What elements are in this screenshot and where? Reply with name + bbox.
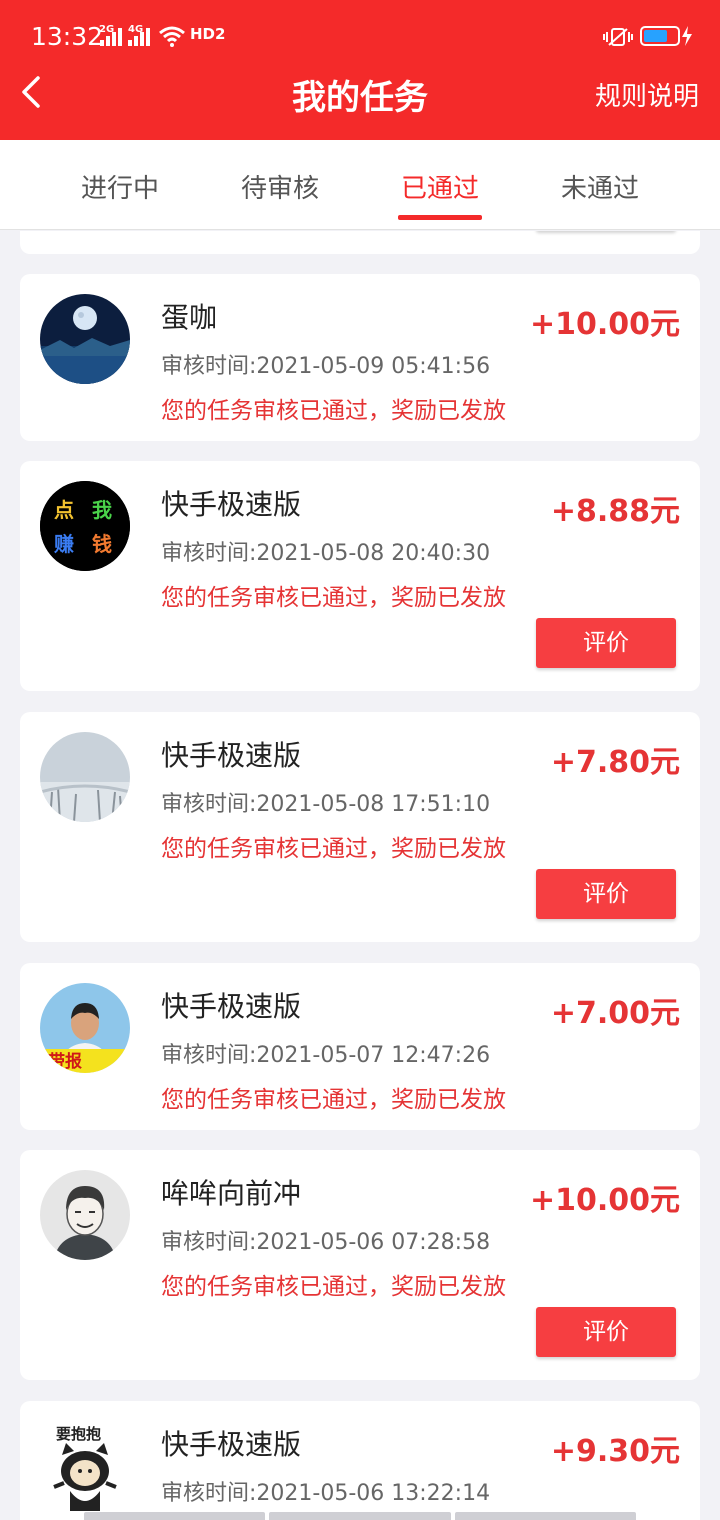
task-card[interactable]: 点 我 赚 钱 快手极速版 +8.88元 审核时间:2021-05-08 20:…	[20, 461, 700, 691]
vibrate-mute-icon	[603, 28, 633, 46]
task-name: 快手极速版	[161, 1428, 302, 1461]
reward-amount: +8.88元	[550, 494, 680, 529]
status-tabs: 进行中 待审核 已通过 未通过	[0, 140, 720, 230]
task-card[interactable]: 蛋咖 +10.00元 审核时间:2021-05-09 05:41:56 您的任务…	[20, 274, 700, 441]
evaluate-button[interactable]: 评价	[536, 618, 676, 668]
reward-amount: +10.00元	[529, 1183, 680, 1218]
avatar	[40, 732, 130, 822]
status-message: 您的任务审核已通过，奖励已发放	[161, 836, 506, 862]
status-message: 您的任务审核已通过，奖励已发放	[161, 1087, 506, 1113]
wifi-icon	[159, 26, 185, 47]
review-time: 审核时间:2021-05-08 20:40:30	[161, 541, 491, 566]
reward-amount: +7.80元	[550, 745, 680, 780]
avatar-text: 点	[54, 498, 74, 522]
avatar-banner-text: 带报	[48, 1051, 82, 1072]
cartoon-man-avatar-icon	[40, 1170, 130, 1260]
avatar: 点 我 赚 钱	[40, 481, 130, 571]
battery-icon	[640, 26, 680, 46]
task-name: 蛋咖	[161, 301, 218, 334]
review-time: 审核时间:2021-05-09 05:41:56	[161, 354, 491, 379]
task-name: 快手极速版	[161, 739, 302, 772]
task-card[interactable]	[20, 231, 700, 254]
signal-icon	[128, 28, 150, 46]
reward-amount: +9.30元	[550, 1434, 680, 1469]
avatar-text: 我	[92, 498, 112, 522]
tab-in-progress[interactable]: 进行中	[81, 168, 159, 205]
avatar-caption-text: 要抱抱	[56, 1425, 101, 1443]
status-message: 您的任务审核已通过，奖励已发放	[161, 398, 506, 424]
moon-night-avatar-icon	[40, 294, 130, 384]
task-card[interactable]: 哞哞向前冲 +10.00元 审核时间:2021-05-06 07:28:58 您…	[20, 1150, 700, 1380]
click-earn-avatar-icon: 点 我 赚 钱	[40, 481, 130, 571]
app-header: 13:32 2G 4G HD2 我的任务 规则说明	[0, 0, 720, 140]
tab-approved[interactable]: 已通过	[401, 168, 479, 205]
task-card[interactable]: 快手极速版 +7.80元 审核时间:2021-05-08 17:51:10 您的…	[20, 712, 700, 942]
task-card[interactable]: 带报 快手极速版 +7.00元 审核时间:2021-05-07 12:47:26…	[20, 963, 700, 1130]
hd-voice-icon: HD2	[190, 25, 226, 43]
status-bar: 13:32 2G 4G HD2	[0, 0, 720, 72]
review-time: 审核时间:2021-05-06 07:28:58	[161, 1230, 491, 1255]
tab-rejected[interactable]: 未通过	[561, 168, 639, 205]
foggy-trees-avatar-icon	[40, 732, 130, 822]
charging-icon	[682, 26, 692, 46]
evaluate-button[interactable]: 评价	[536, 1307, 676, 1357]
avatar: 带报	[40, 983, 130, 1073]
signal-icon	[100, 28, 122, 46]
battery-level-fill	[644, 30, 667, 42]
status-time: 13:32	[31, 22, 104, 51]
avatar: 要抱抱	[40, 1421, 130, 1511]
avatar	[40, 294, 130, 384]
active-tab-indicator	[398, 215, 482, 220]
avatar	[40, 1170, 130, 1260]
man-banner-avatar-icon: 带报	[40, 983, 130, 1073]
avatar-text: 赚	[53, 532, 74, 556]
status-message: 您的任务审核已通过，奖励已发放	[161, 1274, 506, 1300]
reward-amount: +7.00元	[550, 996, 680, 1031]
task-name: 哞哞向前冲	[161, 1177, 302, 1210]
review-time: 审核时间:2021-05-08 17:51:10	[161, 792, 491, 817]
review-time: 审核时间:2021-05-07 12:47:26	[161, 1043, 491, 1068]
cat-hug-avatar-icon: 要抱抱	[40, 1421, 130, 1511]
reward-amount: +10.00元	[529, 307, 680, 342]
avatar-text: 钱	[92, 532, 112, 556]
review-time: 审核时间:2021-05-06 13:22:14	[161, 1481, 491, 1506]
task-name: 快手极速版	[161, 990, 302, 1023]
task-card[interactable]: 要抱抱 快手极速版 +9.30元 审核时间:2021-05-06 13:22:1…	[20, 1401, 700, 1520]
evaluate-button[interactable]: 评价	[536, 869, 676, 919]
rules-button[interactable]: 规则说明	[595, 76, 699, 113]
task-name: 快手极速版	[161, 488, 302, 521]
task-list[interactable]: 蛋咖 +10.00元 审核时间:2021-05-09 05:41:56 您的任务…	[0, 231, 720, 1520]
tab-pending-review[interactable]: 待审核	[241, 168, 319, 205]
status-message: 您的任务审核已通过，奖励已发放	[161, 585, 506, 611]
bottom-gesture-bar	[84, 1512, 636, 1520]
